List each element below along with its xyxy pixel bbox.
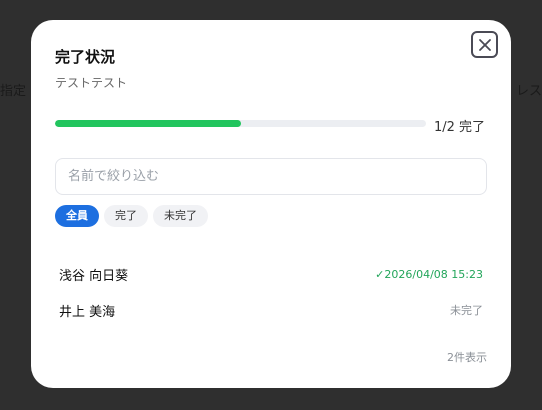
member-name: 浅谷 向日葵 [59, 268, 129, 284]
progress-bar [55, 120, 426, 127]
chip-all[interactable]: 全員 [55, 205, 99, 227]
close-icon [478, 38, 491, 51]
progress-label: 1/2 完了 [434, 120, 486, 135]
background-text-left: 指定 [0, 84, 27, 99]
list-item: 浅谷 向日葵 ✓2026/04/08 15:23 [55, 256, 487, 292]
chip-incomplete[interactable]: 未完了 [153, 205, 208, 227]
name-filter-input[interactable] [55, 158, 487, 195]
progress-bar-fill [55, 120, 241, 127]
close-button[interactable] [471, 31, 498, 58]
chip-completed[interactable]: 完了 [104, 205, 148, 227]
modal-title: 完了状況 [55, 48, 116, 66]
member-list: 浅谷 向日葵 ✓2026/04/08 15:23 井上 美海 未完了 [55, 256, 487, 328]
completion-timestamp: ✓2026/04/08 15:23 [375, 267, 483, 281]
result-count: 2件表示 [447, 351, 487, 364]
member-name: 井上 美海 [59, 304, 116, 320]
filter-chips: 全員 完了 未完了 [55, 205, 208, 227]
list-item: 井上 美海 未完了 [55, 292, 487, 328]
status-badge: 未完了 [450, 304, 483, 317]
background-text-right: レス [515, 84, 542, 99]
completion-status-modal: 完了状況 テストテスト 1/2 完了 全員 完了 未完了 浅谷 向日葵 ✓202… [31, 20, 511, 388]
modal-subtitle: テストテスト [55, 76, 128, 90]
